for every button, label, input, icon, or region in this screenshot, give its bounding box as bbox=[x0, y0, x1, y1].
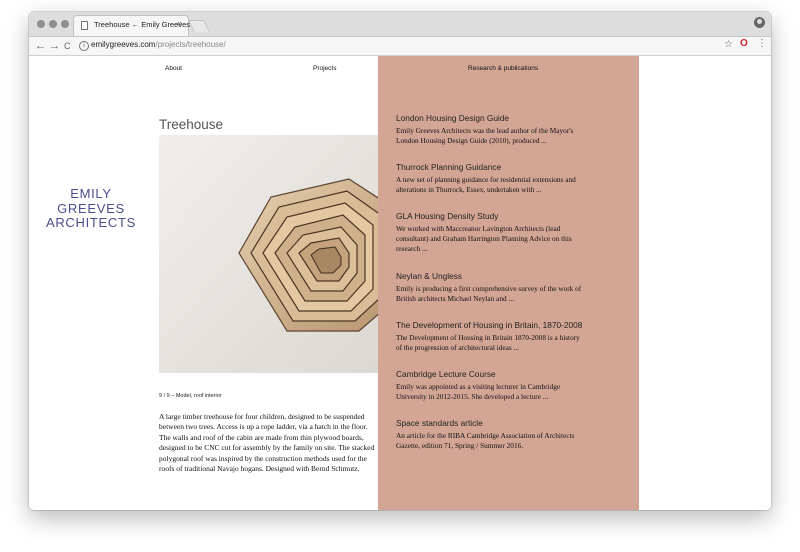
research-item[interactable]: GLA Housing Density Study We worked with… bbox=[396, 211, 631, 255]
research-item-line: An article for the RIBA Cambridge Associ… bbox=[396, 431, 575, 440]
description-line: roofs of traditional Navajo hogans. Desi… bbox=[159, 464, 360, 474]
research-item-line: We worked with Maccreanor Lavington Arch… bbox=[396, 224, 561, 233]
research-item-text: Emily Greeves Architects was the lead au… bbox=[396, 126, 631, 146]
research-item-line: The Development of Housing in Britain 18… bbox=[396, 333, 580, 342]
opera-icon[interactable]: O bbox=[740, 38, 748, 49]
nav-projects-link[interactable]: Projects bbox=[313, 65, 336, 72]
description-line: designed to be CNC cut for assembly by t… bbox=[159, 443, 375, 453]
title-bar: Treehouse ← Emily Greeves × bbox=[29, 12, 771, 37]
research-item[interactable]: London Housing Design Guide Emily Greeve… bbox=[396, 113, 631, 146]
research-item-line: British architects Michael Neylan and ..… bbox=[396, 294, 514, 304]
reload-icon[interactable]: C bbox=[64, 38, 71, 54]
project-description: A large timber treehouse for four childr… bbox=[159, 412, 389, 474]
tab-title: Treehouse ← Emily Greeves bbox=[94, 20, 191, 29]
research-item-title[interactable]: Thurrock Planning Guidance bbox=[396, 162, 631, 172]
research-item-text: A new set of planning guidance for resid… bbox=[396, 175, 631, 195]
research-item-text: An article for the RIBA Cambridge Associ… bbox=[396, 431, 631, 451]
research-item-text: Emily is producing a first comprehensive… bbox=[396, 284, 631, 304]
treehouse-roof-model-image bbox=[159, 135, 379, 373]
close-icon[interactable]: × bbox=[177, 19, 182, 29]
research-item-line: University in 2012-2015. She developed a… bbox=[396, 392, 549, 402]
research-item-line: Emily is producing a first comprehensive… bbox=[396, 284, 582, 293]
research-item-line: research ... bbox=[396, 244, 428, 254]
nav-research-link[interactable]: Research & publications bbox=[468, 65, 538, 72]
research-item-title[interactable]: Space standards article bbox=[396, 418, 631, 428]
bookmark-star-icon[interactable]: ☆ bbox=[724, 39, 733, 50]
browser-window: Treehouse ← Emily Greeves × ← → C i emil… bbox=[29, 12, 771, 510]
logo-line: EMILY bbox=[70, 186, 112, 201]
browser-toolbar: ← → C i emilygreeves.com/projects/treeho… bbox=[29, 37, 771, 56]
logo-line: ARCHITECTS bbox=[45, 215, 137, 230]
research-item-line: A new set of planning guidance for resid… bbox=[396, 175, 576, 184]
back-arrow-icon[interactable]: ← bbox=[35, 38, 46, 54]
research-item-title[interactable]: London Housing Design Guide bbox=[396, 113, 631, 123]
address-bar[interactable]: i emilygreeves.com/projects/treehouse/ bbox=[77, 39, 735, 53]
research-item-line: alterations in Thurrock, Essex, undertak… bbox=[396, 185, 542, 195]
project-photo[interactable] bbox=[159, 135, 379, 373]
research-item[interactable]: Neylan & Ungless Emily is producing a fi… bbox=[396, 271, 631, 304]
url-text[interactable]: emilygreeves.com/projects/treehouse/ bbox=[91, 40, 226, 49]
logo-line: GREEVES bbox=[57, 200, 125, 216]
web-page: About Projects EMILY GREEVES ARCHITECTS … bbox=[29, 56, 771, 510]
nav-about-link[interactable]: About bbox=[165, 65, 182, 72]
research-item-line: of the progression of architectural idea… bbox=[396, 343, 519, 353]
research-item[interactable]: The Development of Housing in Britain, 1… bbox=[396, 320, 631, 353]
research-item-line: Emily was appointed as a visiting lectur… bbox=[396, 382, 561, 391]
description-line: polygonal roof was inspired by the const… bbox=[159, 453, 367, 463]
research-item-text: The Development of Housing in Britain 18… bbox=[396, 333, 631, 353]
profile-icon[interactable] bbox=[754, 17, 765, 28]
research-item-title[interactable]: GLA Housing Density Study bbox=[396, 211, 631, 221]
research-item-title[interactable]: Cambridge Lecture Course bbox=[396, 369, 631, 379]
site-logo[interactable]: EMILY GREEVES ARCHITECTS bbox=[29, 186, 153, 231]
research-item-title[interactable]: The Development of Housing in Britain, 1… bbox=[396, 320, 631, 330]
research-item-line: Gazette, edition 71, Spring / Summer 201… bbox=[396, 441, 524, 451]
research-panel: Research & publications London Housing D… bbox=[378, 56, 639, 510]
description-line: The walls and roof of the cabin are made… bbox=[159, 432, 364, 442]
research-item-line: consultant) and Graham Harrington Planni… bbox=[396, 234, 572, 244]
research-item-line: London Housing Design Guide (2010), prod… bbox=[396, 136, 547, 146]
info-icon[interactable]: i bbox=[79, 41, 89, 51]
maximize-window-button[interactable] bbox=[61, 20, 69, 28]
research-item[interactable]: Thurrock Planning Guidance A new set of … bbox=[396, 162, 631, 195]
forward-arrow-icon[interactable]: → bbox=[49, 38, 60, 54]
url-path: /projects/treehouse/ bbox=[155, 40, 226, 49]
minimize-window-button[interactable] bbox=[49, 20, 57, 28]
browser-tab[interactable]: Treehouse ← Emily Greeves × bbox=[73, 15, 191, 36]
research-item[interactable]: Cambridge Lecture Course Emily was appoi… bbox=[396, 369, 631, 402]
research-item-title[interactable]: Neylan & Ungless bbox=[396, 271, 631, 281]
page-title: Treehouse bbox=[159, 117, 224, 133]
close-window-button[interactable] bbox=[37, 20, 45, 28]
menu-icon[interactable]: ⋮ bbox=[757, 38, 767, 49]
url-host: emilygreeves.com bbox=[91, 40, 156, 49]
photo-caption: 9 / 9 – Model, roof interior bbox=[159, 393, 222, 399]
description-line: between two trees. Access is up a rope l… bbox=[159, 422, 368, 432]
description-line: A large timber treehouse for four childr… bbox=[159, 412, 365, 421]
research-item-text: Emily was appointed as a visiting lectur… bbox=[396, 382, 631, 402]
research-item-text: We worked with Maccreanor Lavington Arch… bbox=[396, 224, 631, 255]
new-tab-button[interactable] bbox=[188, 20, 210, 32]
page-icon bbox=[81, 21, 88, 30]
research-item[interactable]: Space standards article An article for t… bbox=[396, 418, 631, 451]
research-item-line: Emily Greeves Architects was the lead au… bbox=[396, 126, 574, 135]
